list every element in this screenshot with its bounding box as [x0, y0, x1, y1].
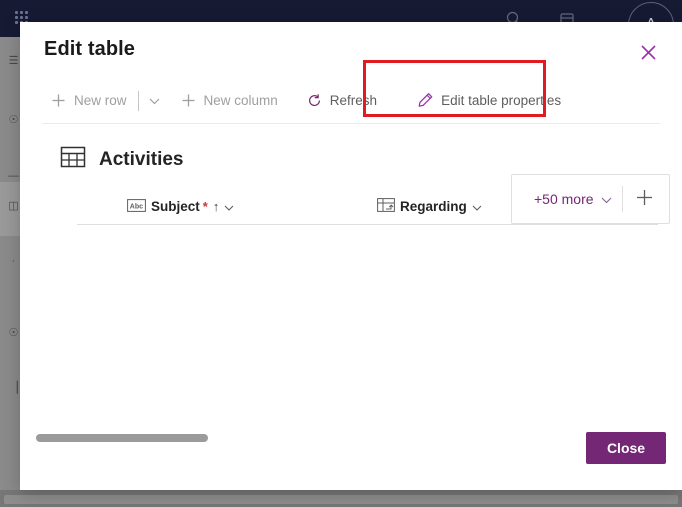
lookup-relationship-icon	[377, 198, 395, 215]
new-column-button[interactable]: New column	[172, 84, 286, 118]
column-header-subject[interactable]: Abc Subject * ↑	[127, 189, 234, 224]
apps-icon[interactable]: ☉	[7, 327, 20, 340]
more-columns-label: +50 more	[534, 191, 594, 207]
chevron-down-icon	[149, 93, 160, 108]
dot-icon[interactable]: ·	[7, 255, 20, 268]
sort-ascending-arrow-icon: ↑	[212, 199, 220, 214]
page-title: Edit table	[44, 38, 136, 60]
new-column-label: New column	[203, 93, 278, 108]
close-icon[interactable]	[634, 38, 662, 66]
new-row-label: New row	[74, 93, 127, 108]
plus-icon	[636, 189, 653, 209]
command-bar-divider	[137, 90, 139, 111]
table-grid-icon	[60, 144, 86, 175]
chevron-down-icon	[601, 191, 612, 207]
data-grid: Abc Subject * ↑ Regarding +50 more	[20, 174, 682, 411]
recent-icon[interactable]: ☉	[7, 114, 20, 127]
plus-icon	[180, 92, 197, 109]
grid-rows-empty	[20, 225, 682, 411]
add-column-button[interactable]	[623, 175, 667, 223]
pinned-icon[interactable]: —	[7, 170, 20, 183]
edit-table-properties-label: Edit table properties	[441, 93, 562, 108]
column-header-subject-label: Subject	[151, 199, 200, 214]
more-columns-button[interactable]: +50 more	[512, 175, 622, 223]
dialog-header: Edit table	[20, 22, 682, 78]
chevron-down-icon[interactable]	[472, 199, 482, 214]
table-icon[interactable]: ◫	[7, 200, 20, 213]
app-bottom-scroll-strip	[0, 490, 682, 507]
entity-header: Activities	[60, 144, 682, 175]
column-header-regarding[interactable]: Regarding	[377, 189, 482, 224]
more-columns-box: +50 more	[511, 174, 670, 224]
required-marker: *	[202, 199, 208, 214]
refresh-icon	[306, 92, 323, 109]
abc-text-icon: Abc	[127, 198, 146, 215]
plus-icon	[50, 92, 67, 109]
command-bar: New row New column Refresh Edit table pr…	[42, 59, 660, 124]
hamburger-icon[interactable]: ☰	[7, 55, 20, 68]
edit-table-dialog: Edit table New row New column Refresh Ed…	[20, 22, 682, 490]
refresh-label: Refresh	[329, 93, 378, 108]
entity-name: Activities	[99, 148, 184, 170]
new-row-menu-button[interactable]	[142, 84, 168, 118]
close-button[interactable]: Close	[586, 432, 666, 464]
flow-icon[interactable]: ▕	[7, 382, 20, 395]
grid-column-headers: Abc Subject * ↑ Regarding +50 more	[77, 174, 670, 225]
edit-table-properties-button[interactable]: Edit table properties	[409, 84, 569, 118]
column-header-regarding-label: Regarding	[400, 199, 467, 214]
chevron-down-icon[interactable]	[224, 199, 234, 214]
app-horizontal-scrollbar[interactable]	[4, 495, 678, 504]
pencil-edit-icon	[417, 92, 434, 109]
svg-text:Abc: Abc	[130, 203, 143, 210]
new-row-button[interactable]: New row	[42, 84, 135, 118]
refresh-button[interactable]: Refresh	[298, 84, 385, 118]
dialog-footer: Close	[20, 418, 682, 490]
